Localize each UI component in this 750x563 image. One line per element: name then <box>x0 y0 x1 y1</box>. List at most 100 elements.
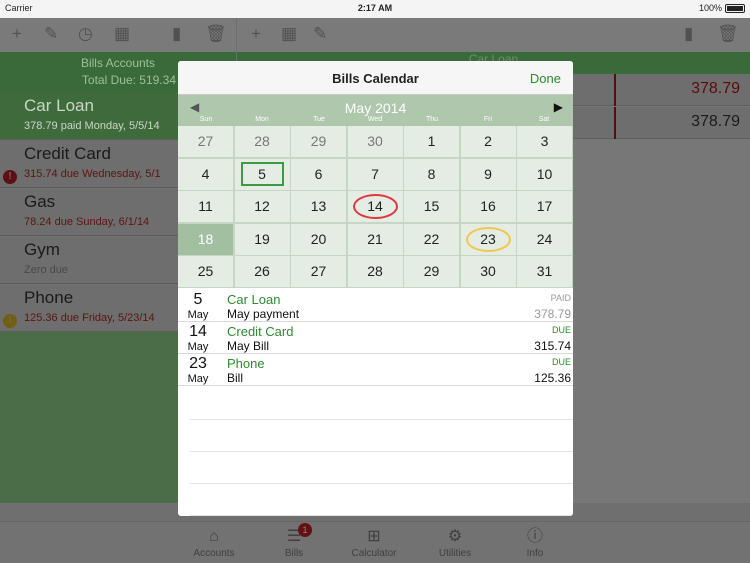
account-status: 78.24 due Sunday, 6/1/14 <box>24 216 150 228</box>
history-icon[interactable]: ◷ <box>78 24 93 44</box>
weekday-label: Thu <box>425 116 439 123</box>
day-number: 26 <box>254 263 270 279</box>
calendar-day[interactable]: 30 <box>460 256 516 287</box>
calendar-day[interactable]: 9 <box>460 158 516 190</box>
calendar-day[interactable]: 23 <box>460 223 516 255</box>
calendar-day[interactable]: 1 <box>404 126 459 157</box>
account-name: Gym <box>24 240 60 259</box>
calendar-day[interactable]: 29 <box>404 256 459 287</box>
day-number: 9 <box>484 165 492 182</box>
calendar-day[interactable]: 19 <box>234 223 290 255</box>
calendar-day[interactable]: 3 <box>517 126 572 157</box>
bill-amount: 315.74 <box>534 339 571 353</box>
payment-amount: 378.79 <box>691 113 740 130</box>
chart-icon[interactable]: ▮ <box>172 24 181 44</box>
tab-info[interactable]: ⓘ Info <box>495 526 575 559</box>
calendar-day[interactable]: 27 <box>291 256 346 287</box>
add-icon[interactable]: + <box>251 24 261 44</box>
calendar-icon[interactable]: ▦ <box>114 24 130 44</box>
calendar-day[interactable]: 11 <box>178 191 233 222</box>
calendar-day[interactable]: 21 <box>347 223 403 255</box>
copy-icon[interactable]: ▦ <box>281 24 297 44</box>
calendar-day[interactable]: 13 <box>291 191 346 222</box>
tab-label: Info <box>526 548 544 559</box>
next-month-icon[interactable]: ▶ <box>554 100 563 114</box>
bill-row[interactable]: 14 May Credit Card May Bill DUE 315.74 <box>178 322 573 354</box>
modal-header: Bills Calendar Done <box>178 61 573 95</box>
bills-calendar-modal: Bills Calendar Done ◀ May 2014 ▶ Sun Mon… <box>178 61 573 516</box>
day-number: 6 <box>314 165 323 182</box>
calendar-day[interactable]: 8 <box>404 158 459 190</box>
tab-bills[interactable]: ☰ 1 Bills <box>254 523 334 559</box>
weekday-label: Tue <box>313 116 325 123</box>
gear-icon: ⚙ <box>447 528 463 545</box>
tab-calculator[interactable]: ⊞ Calculator <box>334 526 414 559</box>
calendar-day[interactable]: 26 <box>234 256 290 287</box>
trash-icon[interactable]: 🗑 <box>205 24 227 44</box>
bill-day: 5 <box>193 291 203 308</box>
calendar-day[interactable]: 18 <box>178 223 233 255</box>
tab-accounts[interactable]: ⌂ Accounts <box>174 526 254 559</box>
bill-row[interactable]: 23 May Phone Bill DUE 125.36 <box>178 354 573 386</box>
calendar-header: ◀ May 2014 ▶ Sun Mon Tue Wed Thu Fri Sat <box>178 95 573 126</box>
tab-label: Calculator <box>351 548 397 559</box>
calendar-day[interactable]: 4 <box>178 158 233 190</box>
calendar-day[interactable]: 28 <box>234 126 290 157</box>
calendar-day[interactable]: 29 <box>291 126 346 157</box>
day-number: 3 <box>540 133 549 149</box>
day-number: 25 <box>197 263 214 279</box>
day-number: 13 <box>310 198 327 214</box>
calendar-day[interactable]: 31 <box>517 256 572 287</box>
edit-icon[interactable]: ✎ <box>313 24 327 44</box>
left-toolbar: + ✎ ◷ ▦ ▮ 🗑 <box>0 18 236 52</box>
edit-icon[interactable]: ✎ <box>44 24 58 44</box>
month-label: May 2014 <box>344 100 407 116</box>
total-due: Total Due: 519.34 <box>81 73 176 87</box>
day-number: 10 <box>536 165 553 182</box>
day-number: 2 <box>484 133 492 149</box>
bill-row[interactable]: 5 May Car Loan May payment PAID 378.79 <box>178 290 573 322</box>
bill-amount: 125.36 <box>534 371 571 385</box>
day-number: 27 <box>310 263 327 279</box>
day-number: 4 <box>201 165 210 182</box>
bill-day: 23 <box>189 355 207 372</box>
calendar-day[interactable]: 20 <box>291 223 346 255</box>
calendar-day[interactable]: 10 <box>517 158 572 190</box>
day-number: 12 <box>254 198 270 214</box>
trash-icon[interactable]: 🗑 <box>717 24 739 44</box>
calendar-day[interactable]: 17 <box>517 191 572 222</box>
row-marker <box>614 74 616 106</box>
bill-status: PAID <box>550 293 571 303</box>
done-button[interactable]: Done <box>530 71 561 86</box>
clock: 2:17 AM <box>357 3 393 13</box>
calendar-day[interactable]: 14 <box>347 191 403 222</box>
calendar-day[interactable]: 27 <box>178 126 233 157</box>
day-number: 16 <box>480 198 496 214</box>
chart-icon[interactable]: ▮ <box>684 24 693 44</box>
bill-amount: 378.79 <box>534 307 571 321</box>
calendar-day[interactable]: 16 <box>460 191 516 222</box>
bill-month: May <box>187 341 209 353</box>
account-name: Credit Card <box>24 144 111 163</box>
tab-utilities[interactable]: ⚙ Utilities <box>415 526 495 559</box>
day-number: 11 <box>198 198 213 214</box>
calendar-day[interactable]: 7 <box>347 158 403 190</box>
calendar-day[interactable]: 30 <box>347 126 403 157</box>
calendar-day[interactable]: 24 <box>517 223 572 255</box>
calendar-day[interactable]: 15 <box>404 191 459 222</box>
row-marker <box>614 107 616 139</box>
calendar-day[interactable]: 22 <box>404 223 459 255</box>
day-number: 14 <box>367 198 383 214</box>
calendar-day[interactable]: 25 <box>178 256 233 287</box>
status-bar: Carrier 2:17 AM 100% <box>0 0 750 18</box>
add-icon[interactable]: + <box>12 24 22 44</box>
calendar-day[interactable]: 6 <box>291 158 346 190</box>
calendar-day[interactable]: 2 <box>460 126 516 157</box>
calendar-day[interactable]: 28 <box>347 256 403 287</box>
bills-icon: ☰ <box>286 528 302 545</box>
calendar-day[interactable]: 5 <box>234 158 290 190</box>
weekday-label: Wed <box>367 116 383 123</box>
calendar-day[interactable]: 12 <box>234 191 290 222</box>
calculator-icon: ⊞ <box>367 528 381 545</box>
bill-status: DUE <box>551 357 571 367</box>
